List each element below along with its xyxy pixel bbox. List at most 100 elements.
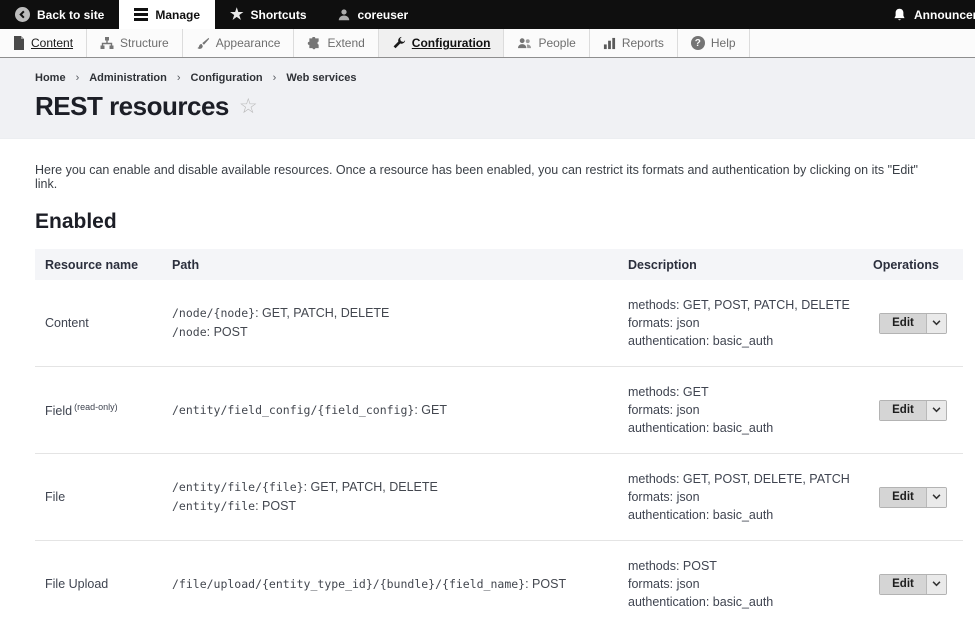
- favorite-star-icon[interactable]: ☆: [239, 96, 258, 117]
- rest-resources-table: Resource name Path Description Operation…: [35, 249, 963, 622]
- table-row-field: Field (read-only) /entity/field_config/{f…: [35, 367, 963, 454]
- announcements-button[interactable]: Announcements: [893, 0, 975, 29]
- tab-reports[interactable]: Reports: [589, 29, 678, 57]
- resource-paths: /file/upload/{entity_type_id}/{bundle}/{…: [172, 575, 628, 594]
- resource-name: Field (read-only): [45, 401, 118, 419]
- path-methods: : GET, PATCH, DELETE: [255, 306, 390, 320]
- tab-extend[interactable]: Extend: [294, 29, 379, 57]
- edit-button[interactable]: Edit: [880, 400, 927, 420]
- tab-reports-label: Reports: [621, 36, 664, 50]
- tab-configuration[interactable]: Configuration: [378, 29, 505, 57]
- description-authentication: authentication: basic_auth: [628, 421, 774, 435]
- star-icon: ★: [230, 6, 244, 23]
- resource-name: File Upload: [45, 577, 109, 591]
- tab-people-label: People: [538, 36, 576, 50]
- column-header-path: Path: [172, 257, 200, 272]
- edit-dropdown-button[interactable]: Edit: [879, 486, 947, 508]
- description-methods: methods: GET, POST, DELETE, PATCH: [628, 472, 850, 486]
- breadcrumb-home[interactable]: Home: [35, 72, 66, 84]
- page-description: Here you can enable and disable availabl…: [35, 163, 918, 191]
- path-methods: : GET: [414, 402, 447, 417]
- back-to-site-button[interactable]: Back to site: [0, 0, 119, 29]
- table-row-file: File /entity/file/{file}: GET, PATCH, DE…: [35, 454, 963, 541]
- path-methods: : POST: [525, 576, 567, 591]
- column-header-description: Description: [628, 257, 697, 272]
- resource-description: methods: GET, POST, DELETE, PATCH format…: [628, 470, 873, 524]
- edit-dropdown-button[interactable]: Edit: [879, 312, 947, 334]
- toolbar-filler: [749, 29, 975, 57]
- wrench-icon: [392, 36, 406, 50]
- path-methods: : POST: [206, 325, 248, 339]
- edit-button[interactable]: Edit: [880, 487, 927, 507]
- user-menu[interactable]: coreuser: [322, 0, 424, 29]
- tab-appearance-label: Appearance: [215, 36, 281, 50]
- tab-structure[interactable]: Structure: [87, 29, 183, 57]
- chevron-down-icon[interactable]: [927, 400, 946, 420]
- people-icon: [517, 37, 532, 50]
- sitemap-icon: [100, 36, 114, 50]
- back-to-site-label: Back to site: [37, 7, 105, 22]
- tab-appearance[interactable]: Appearance: [182, 29, 295, 57]
- description-authentication: authentication: basic_auth: [628, 334, 774, 348]
- column-header-resource-name: Resource name: [45, 257, 139, 272]
- tab-help-label: Help: [710, 36, 736, 50]
- path-code: /node/{node}: [172, 306, 256, 320]
- admin-toolbar: Back to site Manage ★ Shortcuts coreuser…: [0, 0, 975, 29]
- chevron-down-icon[interactable]: [927, 487, 946, 507]
- edit-button[interactable]: Edit: [880, 313, 927, 333]
- breadcrumb-web-services[interactable]: Web services: [286, 72, 356, 84]
- tab-content[interactable]: Content: [0, 29, 88, 57]
- edit-button[interactable]: Edit: [880, 574, 927, 594]
- user-icon: [337, 8, 351, 22]
- edit-dropdown-button[interactable]: Edit: [879, 399, 947, 421]
- breadcrumb: Home › Administration › Configuration › …: [35, 72, 975, 84]
- breadcrumb-configuration[interactable]: Configuration: [191, 72, 263, 84]
- column-header-operations: Operations: [873, 257, 939, 272]
- resource-operations: Edit: [873, 312, 963, 334]
- description-authentication: authentication: basic_auth: [628, 508, 774, 522]
- breadcrumb-separator: ›: [176, 72, 181, 84]
- resource-paths: /entity/field_config/{field_config}: GET: [172, 401, 628, 420]
- table-row-content: Content /node/{node}: GET, PATCH, DELETE…: [35, 280, 963, 367]
- tab-structure-label: Structure: [120, 36, 169, 50]
- tab-extend-label: Extend: [327, 36, 365, 50]
- announcements-label: Announcements: [914, 7, 975, 22]
- chevron-down-icon[interactable]: [927, 313, 946, 333]
- resource-paths: /node/{node}: GET, PATCH, DELETE /node: …: [172, 304, 628, 342]
- path-code: /node: [172, 325, 207, 339]
- page-title: REST resources: [35, 91, 229, 121]
- path-code: /file/upload/{entity_type_id}/{bundle}/{…: [172, 576, 526, 591]
- username-label: coreuser: [357, 7, 409, 22]
- bell-icon: [893, 8, 906, 22]
- description-authentication: authentication: basic_auth: [628, 595, 774, 609]
- description-formats: formats: json: [628, 316, 700, 330]
- path-methods: : GET, PATCH, DELETE: [303, 480, 438, 494]
- manage-label: Manage: [155, 7, 201, 22]
- help-icon: ?: [690, 36, 705, 50]
- puzzle-icon: [307, 36, 321, 50]
- page-header: Home › Administration › Configuration › …: [0, 58, 975, 139]
- read-only-badge: (read-only): [74, 401, 118, 412]
- path-code: /entity/field_config/{field_config}: [172, 402, 415, 417]
- resource-description: methods: POST formats: json authenticati…: [628, 557, 873, 611]
- tab-people[interactable]: People: [504, 29, 590, 57]
- resource-operations: Edit: [873, 573, 963, 595]
- shortcuts-label: Shortcuts: [250, 7, 307, 22]
- manage-tab[interactable]: Manage: [119, 0, 216, 29]
- chevron-down-icon[interactable]: [927, 574, 946, 594]
- description-methods: methods: GET, POST, PATCH, DELETE: [628, 298, 850, 312]
- resource-operations: Edit: [873, 486, 963, 508]
- tab-configuration-label: Configuration: [411, 36, 491, 50]
- admin-menu-bar: Content Structure Appearance Extend Conf…: [0, 29, 975, 58]
- hamburger-menu-icon: [134, 8, 149, 21]
- breadcrumb-administration[interactable]: Administration: [89, 72, 167, 84]
- shortcuts-tab[interactable]: ★ Shortcuts: [215, 0, 321, 29]
- edit-dropdown-button[interactable]: Edit: [879, 573, 947, 595]
- main-content: Here you can enable and disable availabl…: [0, 163, 975, 622]
- tab-help[interactable]: ? Help: [677, 29, 750, 57]
- resource-operations: Edit: [873, 399, 963, 421]
- back-arrow-icon: [15, 7, 30, 22]
- description-formats: formats: json: [628, 403, 700, 417]
- paintbrush-icon: [196, 37, 210, 50]
- tab-content-label: Content: [31, 36, 74, 50]
